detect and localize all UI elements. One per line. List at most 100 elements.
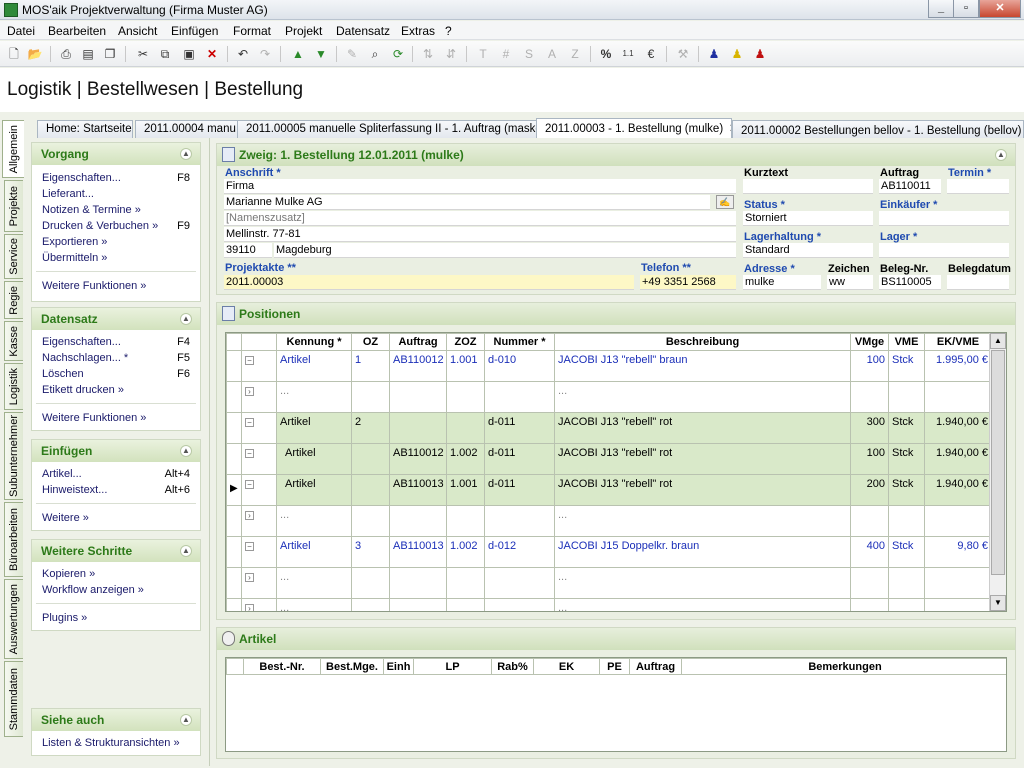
cell-auftrag[interactable] bbox=[389, 598, 447, 611]
copy-icon[interactable]: ⧉ bbox=[156, 45, 174, 63]
vtab-auswertungen[interactable]: Auswertungen bbox=[4, 579, 23, 659]
cell-beschreibung[interactable]: JACOBI J13 "rebell" rot bbox=[554, 412, 851, 444]
cell-nummer[interactable] bbox=[484, 381, 555, 413]
chevron-up-icon[interactable]: ▲ bbox=[995, 149, 1007, 161]
belegnr-field[interactable]: BS110005 bbox=[879, 275, 941, 290]
expand-node-icon[interactable]: − bbox=[245, 356, 254, 365]
cell-nummer[interactable]: d-010 bbox=[484, 350, 555, 382]
cell-zoz[interactable] bbox=[446, 505, 485, 537]
link-plugins[interactable]: Plugins » bbox=[42, 612, 87, 624]
section-positionen-header[interactable]: Positionen bbox=[217, 303, 1015, 325]
link-weitere-funktionen[interactable]: Weitere Funktionen » bbox=[42, 280, 146, 292]
collapsed-node-icon[interactable]: › bbox=[245, 573, 254, 582]
section-zweig-header[interactable]: Zweig: 1. Bestellung 12.01.2011 (mulke) ▲ bbox=[217, 144, 1015, 166]
scroll-up-icon[interactable]: ▲ bbox=[990, 333, 1006, 349]
menu-einfuegen[interactable]: Einfügen bbox=[171, 24, 218, 38]
cell-vme[interactable]: Stck bbox=[888, 443, 925, 475]
print-preview-icon[interactable]: ▤ bbox=[79, 45, 97, 63]
collapsed-node-icon[interactable]: › bbox=[245, 604, 254, 611]
delete-icon[interactable]: ✕ bbox=[203, 45, 221, 63]
anschrift-strasse[interactable]: Mellinstr. 77-81 bbox=[224, 227, 736, 242]
cell-vme[interactable] bbox=[888, 567, 925, 599]
ort-field[interactable]: Magdeburg bbox=[274, 243, 736, 258]
cell-vme[interactable] bbox=[888, 505, 925, 537]
menu-bearbeiten[interactable]: Bearbeiten bbox=[48, 24, 106, 38]
open-icon[interactable]: 📂 bbox=[26, 45, 44, 63]
minimize-button[interactable]: _ bbox=[928, 0, 954, 18]
cell-kennung[interactable]: ... bbox=[276, 505, 352, 537]
cell-kennung[interactable]: Artikel bbox=[276, 350, 352, 382]
menu-ansicht[interactable]: Ansicht bbox=[118, 24, 157, 38]
cut-icon[interactable]: ✂ bbox=[134, 45, 152, 63]
cell-zoz[interactable] bbox=[446, 381, 485, 413]
col-art-auftrag[interactable]: Auftrag bbox=[629, 658, 682, 675]
link-workflow-anzeigen[interactable]: Workflow anzeigen » bbox=[42, 584, 144, 596]
cell-vmge[interactable] bbox=[850, 381, 889, 413]
cell-nummer[interactable] bbox=[484, 598, 555, 611]
vtab-logistik[interactable]: Logistik bbox=[4, 363, 23, 410]
cell-nummer[interactable]: d-011 bbox=[484, 474, 555, 506]
chevron-up-icon[interactable]: ▲ bbox=[180, 545, 192, 557]
menu-projekt[interactable]: Projekt bbox=[285, 24, 322, 38]
plz-field[interactable]: 39110 bbox=[224, 243, 272, 258]
cell-zoz[interactable]: 1.001 bbox=[446, 350, 485, 382]
vtab-projekte[interactable]: Projekte bbox=[4, 180, 23, 232]
cell-kennung[interactable]: Artikel bbox=[276, 536, 352, 568]
row-selector[interactable] bbox=[226, 505, 242, 537]
cell-auftrag[interactable]: AB110012 bbox=[389, 350, 447, 382]
cell-vme[interactable] bbox=[888, 598, 925, 611]
vtab-kasse[interactable]: Kasse bbox=[4, 321, 23, 361]
positionen-scrollbar[interactable]: ▲ ▼ bbox=[989, 333, 1006, 611]
cell-ek-vme[interactable] bbox=[924, 381, 992, 413]
cell-kennung[interactable]: ... bbox=[276, 567, 352, 599]
address-lookup-icon[interactable]: ✍ bbox=[716, 195, 734, 209]
link-uebermitteln[interactable]: Übermitteln » bbox=[42, 252, 107, 264]
table-row[interactable]: − Artikel AB110012 1.002 d-011 JACOBI J13 "re… bbox=[226, 443, 992, 475]
cell-auftrag[interactable] bbox=[389, 505, 447, 537]
cell-ek-vme[interactable]: 9,80 € bbox=[924, 536, 992, 568]
table-row[interactable]: ›...... bbox=[226, 567, 992, 599]
tools-icon[interactable]: ⚒ bbox=[674, 45, 692, 63]
link-artikel[interactable]: Artikel... bbox=[42, 468, 82, 480]
undo-icon[interactable]: ↶ bbox=[234, 45, 252, 63]
find-icon[interactable]: ⌕ bbox=[366, 45, 384, 63]
collapsed-node-icon[interactable]: › bbox=[245, 387, 254, 396]
col-pe[interactable]: PE bbox=[599, 658, 630, 675]
cell-vmge[interactable]: 400 bbox=[850, 536, 889, 568]
tree-toggle[interactable]: − bbox=[241, 350, 277, 382]
tree-toggle[interactable]: − bbox=[241, 536, 277, 568]
chevron-up-icon[interactable]: ▲ bbox=[180, 313, 192, 325]
cell-auftrag[interactable]: AB110012 bbox=[389, 443, 447, 475]
arrow-down-icon[interactable]: ▼ bbox=[312, 45, 330, 63]
tab-2011-00003[interactable]: 2011.00003 - 1. Bestellung (mulke)✕ bbox=[536, 118, 732, 138]
menu-datei[interactable]: Datei bbox=[7, 24, 35, 38]
lagerhaltung-field[interactable]: Standard bbox=[743, 243, 873, 258]
cell-oz[interactable]: 3 bbox=[351, 536, 390, 568]
cell-kennung[interactable]: ... bbox=[276, 381, 352, 413]
vtab-allgemein[interactable]: Allgemein bbox=[2, 120, 24, 178]
panel-datensatz-header[interactable]: Datensatz ▲ bbox=[32, 308, 200, 330]
panel-vorgang-header[interactable]: Vorgang ▲ bbox=[32, 143, 200, 165]
cell-oz[interactable] bbox=[351, 598, 390, 611]
link-eigenschaften-datensatz[interactable]: Eigenschaften... bbox=[42, 336, 121, 348]
cell-zoz[interactable] bbox=[446, 598, 485, 611]
vtab-bueroarbeiten[interactable]: Büroarbeiten bbox=[4, 502, 23, 577]
menu-datensatz[interactable]: Datensatz bbox=[336, 24, 390, 38]
pencil-icon[interactable]: ✎ bbox=[343, 45, 361, 63]
tab-startseite[interactable]: Home: Startseite bbox=[37, 120, 133, 138]
vtab-stammdaten[interactable]: Stammdaten bbox=[4, 661, 23, 737]
currency-icon[interactable]: € bbox=[642, 45, 660, 63]
col-bemerkungen[interactable]: Bemerkungen bbox=[681, 658, 1006, 675]
zeichen-field[interactable]: ww bbox=[827, 275, 873, 290]
redo-icon[interactable]: ↷ bbox=[256, 45, 274, 63]
col-ek[interactable]: EK bbox=[533, 658, 600, 675]
tab-2011-00002[interactable]: 2011.00002 Bestellungen bellov - 1. Best… bbox=[732, 120, 1024, 138]
cell-nummer[interactable] bbox=[484, 505, 555, 537]
vtab-service[interactable]: Service bbox=[4, 234, 23, 279]
link-drucken-verbuchen[interactable]: Drucken & Verbuchen » bbox=[42, 220, 158, 232]
projektakte-field[interactable]: 2011.00003 bbox=[224, 275, 634, 290]
tab-2011-00004[interactable]: 2011.00004 manu bbox=[135, 120, 239, 138]
tree-toggle[interactable]: › bbox=[241, 505, 277, 537]
cell-beschreibung[interactable]: JACOBI J13 "rebell" braun bbox=[554, 350, 851, 382]
col-auftrag[interactable]: Auftrag bbox=[389, 333, 447, 351]
